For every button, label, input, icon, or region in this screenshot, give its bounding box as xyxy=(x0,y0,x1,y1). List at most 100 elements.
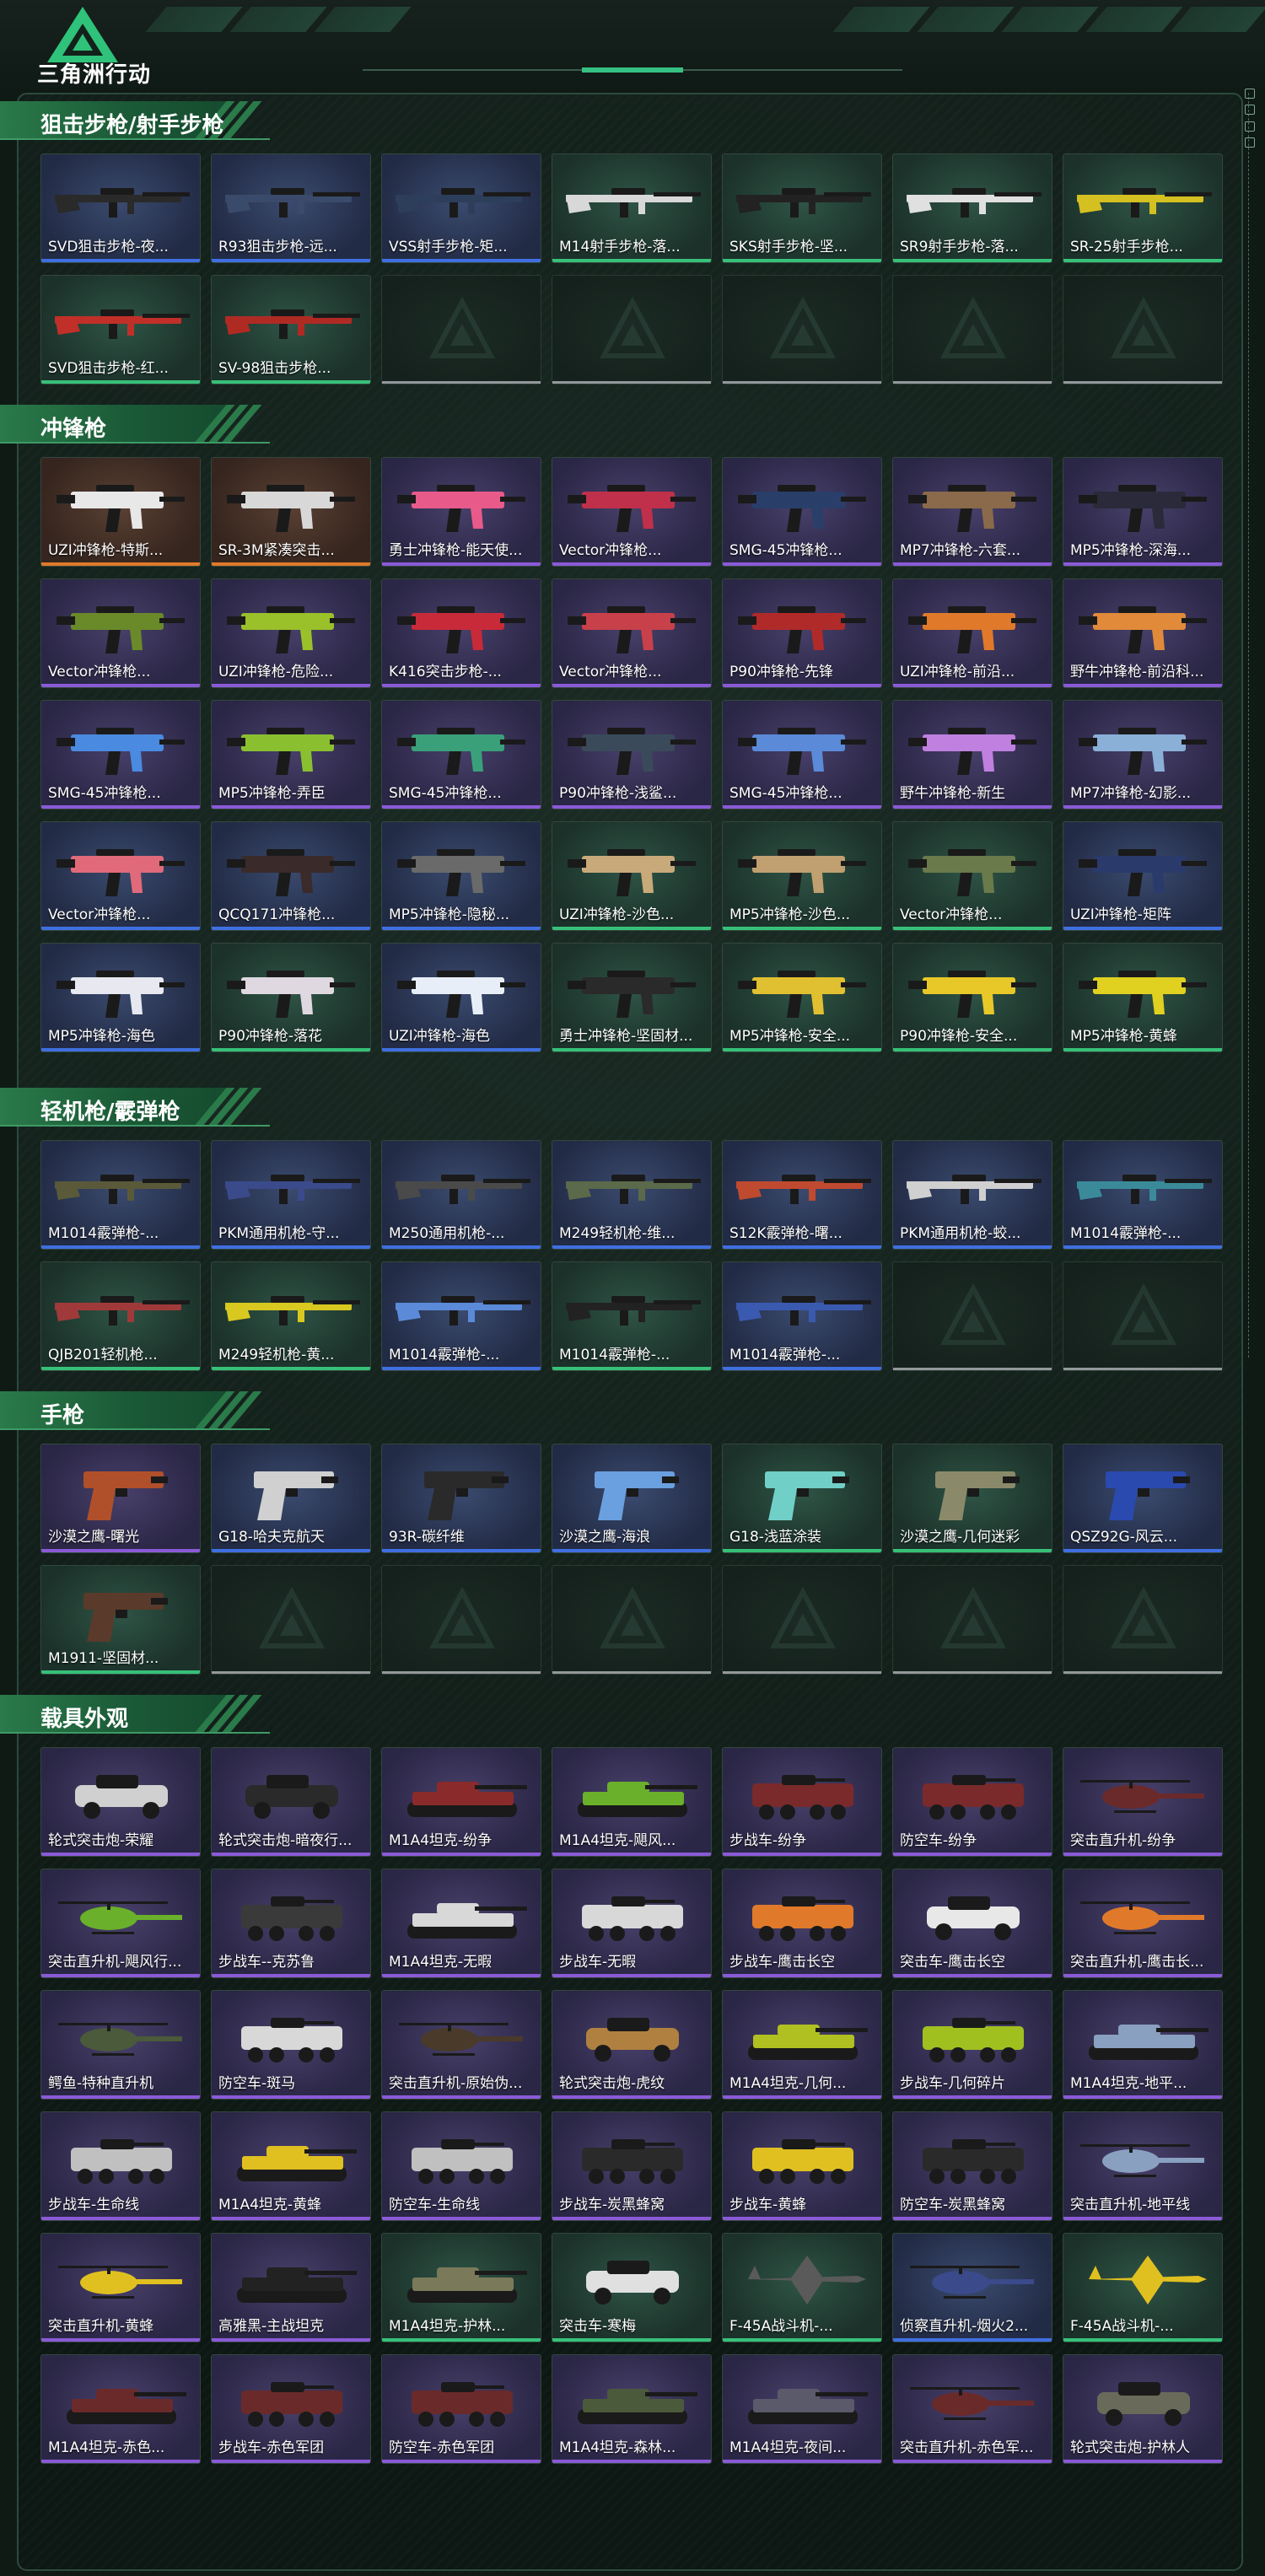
skin-card[interactable]: QCQ171冲锋枪... xyxy=(211,821,371,931)
scrollbar-track[interactable] xyxy=(1248,93,1252,1358)
skin-card[interactable]: 突击车-寒梅 xyxy=(552,2233,712,2342)
skin-card[interactable]: M1014霰弹枪-... xyxy=(1063,1140,1223,1250)
skin-card[interactable]: MP5冲锋枪-安全... xyxy=(722,943,882,1052)
skin-card[interactable]: 轮式突击炮-虎纹 xyxy=(552,1990,712,2100)
skin-card[interactable]: SMG-45冲锋枪... xyxy=(381,700,541,809)
skin-card[interactable]: 野牛冲锋枪-新生 xyxy=(892,700,1052,809)
skin-card[interactable]: 突击直升机-飓风行... xyxy=(40,1869,201,1978)
skin-card[interactable]: M1A4坦克-地平... xyxy=(1063,1990,1223,2100)
skin-card[interactable]: 突击直升机-纷争 xyxy=(1063,1747,1223,1857)
skin-card[interactable]: MP5冲锋枪-海色 xyxy=(40,943,201,1052)
skin-card[interactable]: UZI冲锋枪-矩阵 xyxy=(1063,821,1223,931)
skin-card[interactable]: QSZ92G-风云... xyxy=(1063,1444,1223,1553)
skin-card[interactable]: P90冲锋枪-落花 xyxy=(211,943,371,1052)
skin-card[interactable]: 93R-碳纤维 xyxy=(381,1444,541,1553)
skin-card[interactable]: 高雅黑-主战坦克 xyxy=(211,2233,371,2342)
skin-card[interactable]: 轮式突击炮-护林人 xyxy=(1063,2354,1223,2464)
skin-card[interactable]: 勇士冲锋枪-坚固材... xyxy=(552,943,712,1052)
skin-card[interactable]: P90冲锋枪-安全... xyxy=(892,943,1052,1052)
skin-card[interactable]: 防空车-赤色军团 xyxy=(381,2354,541,2464)
skin-card[interactable]: F-45A战斗机-... xyxy=(722,2233,882,2342)
skin-card[interactable]: 突击车-鹰击长空 xyxy=(892,1869,1052,1978)
skin-card[interactable]: M250通用机枪-... xyxy=(381,1140,541,1250)
skin-card[interactable]: S12K霰弹枪-曙... xyxy=(722,1140,882,1250)
skin-card[interactable]: SR-3M紧凑突击... xyxy=(211,457,371,567)
skin-card[interactable]: M1A4坦克-森林... xyxy=(552,2354,712,2464)
skin-card[interactable]: M1014霰弹枪-... xyxy=(552,1261,712,1371)
skin-card[interactable]: 步战车-鹰击长空 xyxy=(722,1869,882,1978)
skin-card[interactable]: 防空车-炭黑蜂窝 xyxy=(892,2111,1052,2221)
skin-card[interactable]: MP5冲锋枪-黄蜂 xyxy=(1063,943,1223,1052)
skin-card[interactable]: 沙漠之鹰-海浪 xyxy=(552,1444,712,1553)
skin-card[interactable]: 突击直升机-黄蜂 xyxy=(40,2233,201,2342)
skin-card[interactable]: 沙漠之鹰-曙光 xyxy=(40,1444,201,1553)
skin-card[interactable]: UZI冲锋枪-海色 xyxy=(381,943,541,1052)
skin-card[interactable]: 防空车-斑马 xyxy=(211,1990,371,2100)
skin-card[interactable]: 沙漠之鹰-几何迷彩 xyxy=(892,1444,1052,1553)
skin-card[interactable]: 步战车-几何碎片 xyxy=(892,1990,1052,2100)
skin-card[interactable]: P90冲锋枪-浅鲨... xyxy=(552,700,712,809)
skin-card[interactable]: PKM通用机枪-蛟... xyxy=(892,1140,1052,1250)
skin-card[interactable]: 步战车-黄蜂 xyxy=(722,2111,882,2221)
skin-card[interactable]: G18-哈夫克航天 xyxy=(211,1444,371,1553)
skin-card[interactable]: M1A4坦克-无暇 xyxy=(381,1869,541,1978)
scrollbar-thumb[interactable] xyxy=(1245,89,1255,148)
skin-card[interactable]: SKS射手步枪-坚... xyxy=(722,153,882,263)
skin-card[interactable]: Vector冲锋枪... xyxy=(892,821,1052,931)
skin-card[interactable]: VSS射手步枪-矩... xyxy=(381,153,541,263)
skin-card[interactable]: P90冲锋枪-先锋 xyxy=(722,578,882,688)
skin-card[interactable]: UZI冲锋枪-危险... xyxy=(211,578,371,688)
skin-card[interactable]: UZI冲锋枪-特斯... xyxy=(40,457,201,567)
skin-card[interactable]: MP7冲锋枪-幻影... xyxy=(1063,700,1223,809)
skin-card[interactable]: M249轻机枪-维... xyxy=(552,1140,712,1250)
skin-card[interactable]: 突击直升机-赤色军... xyxy=(892,2354,1052,2464)
skin-card[interactable]: 野牛冲锋枪-前沿科... xyxy=(1063,578,1223,688)
skin-card[interactable]: M1A4坦克-护林... xyxy=(381,2233,541,2342)
skin-card[interactable]: SMG-45冲锋枪... xyxy=(722,700,882,809)
skin-card[interactable]: UZI冲锋枪-前沿... xyxy=(892,578,1052,688)
skin-card[interactable]: 步战车-无暇 xyxy=(552,1869,712,1978)
skin-card[interactable]: MP5冲锋枪-沙色... xyxy=(722,821,882,931)
skin-card[interactable]: K416突击步枪-... xyxy=(381,578,541,688)
skin-card[interactable]: 步战车-纷争 xyxy=(722,1747,882,1857)
skin-card[interactable]: G18-浅蓝涂装 xyxy=(722,1444,882,1553)
skin-card[interactable]: M14射手步枪-落... xyxy=(552,153,712,263)
skin-card[interactable]: M1A4坦克-黄蜂 xyxy=(211,2111,371,2221)
skin-card[interactable]: Vector冲锋枪... xyxy=(40,578,201,688)
skin-card[interactable]: SMG-45冲锋枪... xyxy=(722,457,882,567)
skin-card[interactable]: MP5冲锋枪-深海... xyxy=(1063,457,1223,567)
skin-card[interactable]: SV-98狙击步枪... xyxy=(211,275,371,385)
skin-card[interactable]: M1A4坦克-飓风... xyxy=(552,1747,712,1857)
skin-card[interactable]: QJB201轻机枪... xyxy=(40,1261,201,1371)
skin-card[interactable]: M1A4坦克-几何... xyxy=(722,1990,882,2100)
skin-card[interactable]: MP5冲锋枪-弄臣 xyxy=(211,700,371,809)
skin-card[interactable]: 步战车-炭黑蜂窝 xyxy=(552,2111,712,2221)
skin-card[interactable]: SMG-45冲锋枪... xyxy=(40,700,201,809)
skin-card[interactable]: F-45A战斗机-... xyxy=(1063,2233,1223,2342)
skin-card[interactable]: M1014霰弹枪-... xyxy=(381,1261,541,1371)
skin-card[interactable]: MP5冲锋枪-隐秘... xyxy=(381,821,541,931)
skin-card[interactable]: 鳄鱼-特种直升机 xyxy=(40,1990,201,2100)
skin-card[interactable]: 防空车-生命线 xyxy=(381,2111,541,2221)
skin-card[interactable]: 突击直升机-原始伪... xyxy=(381,1990,541,2100)
skin-card[interactable]: 防空车-纷争 xyxy=(892,1747,1052,1857)
skin-card[interactable]: PKM通用机枪-守... xyxy=(211,1140,371,1250)
skin-card[interactable]: 突击直升机-鹰击长... xyxy=(1063,1869,1223,1978)
skin-card[interactable]: M1A4坦克-纷争 xyxy=(381,1747,541,1857)
skin-card[interactable]: Vector冲锋枪... xyxy=(40,821,201,931)
skin-card[interactable]: M249轻机枪-黄... xyxy=(211,1261,371,1371)
skin-card[interactable]: 步战车-生命线 xyxy=(40,2111,201,2221)
skin-card[interactable]: M1911-坚固材... xyxy=(40,1565,201,1675)
skin-card[interactable]: SVD狙击步枪-夜... xyxy=(40,153,201,263)
skin-card[interactable]: Vector冲锋枪... xyxy=(552,578,712,688)
skin-card[interactable]: 侦察直升机-烟火2... xyxy=(892,2233,1052,2342)
skin-card[interactable]: M1A4坦克-夜间... xyxy=(722,2354,882,2464)
skin-card[interactable]: R93狙击步枪-远... xyxy=(211,153,371,263)
skin-card[interactable]: Vector冲锋枪... xyxy=(552,457,712,567)
skin-card[interactable]: 轮式突击炮-荣耀 xyxy=(40,1747,201,1857)
skin-card[interactable]: 突击直升机-地平线 xyxy=(1063,2111,1223,2221)
skin-card[interactable]: UZI冲锋枪-沙色... xyxy=(552,821,712,931)
skin-card[interactable]: SR9射手步枪-落... xyxy=(892,153,1052,263)
skin-card[interactable]: 勇士冲锋枪-能天使... xyxy=(381,457,541,567)
skin-card[interactable]: MP7冲锋枪-六套... xyxy=(892,457,1052,567)
